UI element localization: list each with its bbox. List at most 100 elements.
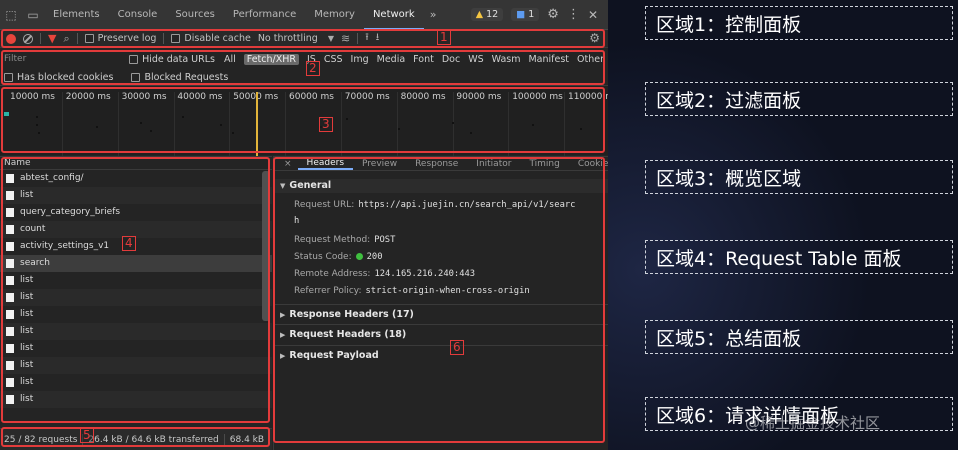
details-tab-response[interactable]: Response — [406, 159, 467, 169]
request-headers-toggle[interactable]: ▶ Request Headers (18) — [274, 327, 608, 343]
triangle-down-icon: ▼ — [280, 182, 286, 190]
checkbox-box[interactable] — [171, 34, 181, 43]
table-row[interactable]: list — [0, 272, 272, 289]
checkbox-box[interactable] — [84, 34, 94, 43]
wifi-icon[interactable]: ≋ — [341, 32, 350, 45]
upload-icon[interactable]: ⭱ — [365, 30, 369, 47]
type-filter-ws[interactable]: WS — [468, 54, 483, 65]
type-filter-doc[interactable]: Doc — [442, 54, 460, 65]
table-row[interactable]: count — [0, 221, 272, 238]
has-blocked-cookies-checkbox[interactable]: Has blocked cookies — [4, 72, 113, 83]
table-row[interactable]: abtest_config/ — [0, 170, 272, 187]
download-icon[interactable]: ⭳ — [376, 30, 380, 47]
timeline-marker — [256, 92, 258, 156]
filter-icon[interactable]: ▼ — [48, 32, 56, 45]
type-filter-fetch-xhr[interactable]: Fetch/XHR — [243, 53, 299, 65]
tab-elements[interactable]: Elements — [44, 0, 109, 30]
table-row[interactable]: activity_settings_v1 — [0, 238, 272, 255]
type-filter-img[interactable]: Img — [351, 54, 369, 65]
messages-count: 1 — [528, 9, 535, 20]
table-row[interactable]: list — [0, 323, 272, 340]
request-payload-title: Request Payload — [289, 350, 379, 361]
response-headers-toggle[interactable]: ▶ Response Headers (17) — [274, 307, 608, 323]
clear-icon[interactable] — [23, 33, 33, 44]
file-icon — [6, 327, 14, 336]
table-row[interactable]: list — [0, 391, 272, 408]
has-blocked-cookies-label: Has blocked cookies — [17, 71, 114, 83]
toolbar-divider — [357, 33, 359, 44]
toolbar-divider — [40, 33, 41, 44]
table-row[interactable]: list — [0, 306, 272, 323]
kebab-icon[interactable]: ⋮ — [567, 7, 580, 22]
throttling-select[interactable]: No throttling ▼ — [258, 33, 334, 44]
triangle-right-icon: ▶ — [280, 331, 286, 339]
caret-down-icon: ▼ — [327, 34, 334, 43]
details-tab-timing[interactable]: Timing — [520, 159, 568, 169]
type-filter-manifest[interactable]: Manifest — [528, 54, 569, 65]
filter-input[interactable]: Filter — [4, 54, 119, 64]
record-icon[interactable] — [6, 33, 16, 44]
disable-cache-checkbox[interactable]: Disable cache — [171, 33, 251, 44]
table-row[interactable]: search — [0, 255, 272, 272]
table-row[interactable]: list — [0, 187, 272, 204]
timeline-gridline — [117, 92, 119, 162]
blocked-requests-checkbox[interactable]: Blocked Requests — [131, 72, 228, 83]
messages-badge[interactable]: ■ 1 — [511, 8, 540, 21]
timeline-dot — [452, 122, 454, 124]
tab-memory[interactable]: Memory — [305, 0, 364, 30]
close-details-icon[interactable]: × — [278, 159, 298, 169]
timeline-tick-label: 110000 ms — [568, 92, 608, 102]
preserve-log-checkbox[interactable]: Preserve log — [84, 33, 156, 44]
table-row[interactable]: list — [0, 340, 272, 357]
legend-region-1: 区域1：控制面板 — [645, 6, 953, 40]
table-row[interactable]: list — [0, 374, 272, 391]
checkbox-box[interactable] — [131, 72, 141, 82]
timeline-gridline — [173, 92, 175, 162]
overview-timeline[interactable]: 10000 ms 20000 ms 30000 ms 40000 ms 50000 ms… — [0, 85, 608, 162]
file-icon — [6, 361, 14, 370]
search-icon[interactable]: ⌕ — [63, 32, 69, 46]
tab-network[interactable]: Network — [363, 0, 424, 30]
details-tab-cookies[interactable]: Cookies — [569, 159, 608, 169]
type-filter-wasm[interactable]: Wasm — [492, 54, 521, 65]
file-icon — [6, 191, 14, 200]
more-tabs-button[interactable]: » — [424, 8, 443, 21]
table-row[interactable]: list — [0, 357, 272, 374]
type-filter-all[interactable]: All — [224, 54, 236, 65]
warnings-badge[interactable]: ▲ 12 — [470, 8, 504, 21]
details-tab-initiator[interactable]: Initiator — [467, 159, 520, 169]
column-header-name[interactable]: Name — [0, 157, 272, 170]
timeline-gridline — [396, 92, 398, 162]
details-tab-headers[interactable]: Headers — [297, 158, 354, 170]
summary-bar: 25 / 82 requests 26.4 kB / 64.6 kB trans… — [0, 428, 272, 450]
type-filter-font[interactable]: Font — [413, 54, 434, 65]
timeline-gridline — [62, 92, 63, 162]
timeline-tick-label: 90000 ms — [456, 92, 502, 102]
checkbox-box[interactable] — [4, 72, 13, 82]
type-filter-other[interactable]: Other — [577, 54, 604, 65]
timeline-dot — [398, 128, 400, 130]
gear-icon[interactable]: ⚙ — [547, 7, 559, 22]
tab-console[interactable]: Console — [109, 0, 167, 30]
request-method-value: POST — [374, 235, 396, 245]
network-settings-gear-icon[interactable]: ⚙ — [589, 31, 600, 45]
hide-data-urls-checkbox[interactable]: Hide data URLs — [129, 54, 215, 65]
table-row[interactable]: list — [0, 289, 272, 306]
details-tab-preview[interactable]: Preview — [353, 159, 406, 169]
type-filter-css[interactable]: CSS — [324, 54, 343, 65]
tab-performance[interactable]: Performance — [224, 0, 305, 30]
watermark-text: @稀土掘金技术社区 — [745, 414, 881, 432]
referrer-policy-value: strict-origin-when-cross-origin — [365, 286, 530, 296]
request-payload-toggle[interactable]: ▶ Request Payload — [274, 348, 608, 364]
request-method-label: Request Method: — [294, 235, 371, 245]
close-icon[interactable]: ✕ — [588, 8, 598, 22]
device-icon[interactable]: ▭ — [22, 0, 44, 30]
inspect-icon[interactable]: ⬚ — [0, 0, 22, 30]
checkbox-box[interactable] — [129, 54, 139, 64]
warnings-count: 12 — [486, 9, 499, 20]
type-filter-media[interactable]: Media — [377, 54, 406, 65]
table-row[interactable]: query_category_briefs — [0, 204, 272, 221]
tab-sources[interactable]: Sources — [166, 0, 224, 30]
request-table-scrollbar[interactable] — [262, 171, 270, 321]
general-section-toggle[interactable]: ▼ General — [274, 179, 608, 193]
